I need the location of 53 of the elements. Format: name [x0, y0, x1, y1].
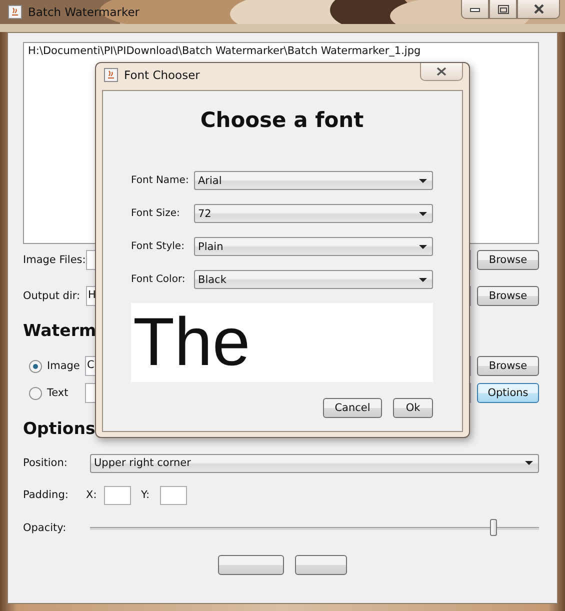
button[interactable] [295, 555, 347, 575]
dropdown[interactable]: Black [194, 270, 433, 289]
cancel-button[interactable]: Cancel [323, 398, 382, 418]
field-label: Padding: [23, 489, 70, 501]
radio-label[interactable]: Text [47, 387, 85, 399]
browse-button[interactable]: Browse [477, 250, 539, 270]
ok-button[interactable]: Ok [393, 398, 433, 418]
window-title: Batch Watermarker [28, 5, 140, 19]
field-label: Font Size: [131, 208, 181, 219]
caret-icon [419, 178, 427, 182]
section-heading: Waterm [23, 320, 98, 342]
slider-thumb[interactable] [490, 519, 498, 536]
radio-button[interactable] [29, 386, 42, 400]
field-label: Position: [23, 457, 68, 469]
dialog-title: Font Chooser [124, 68, 200, 82]
button[interactable] [218, 555, 284, 575]
input-field[interactable] [160, 486, 187, 504]
close-button[interactable] [517, 0, 560, 19]
close-icon [532, 4, 544, 14]
minimize-icon [470, 6, 480, 12]
caret-icon [419, 278, 427, 282]
position-dropdown[interactable]: Upper right corner [90, 454, 539, 472]
input-field[interactable] [104, 486, 131, 504]
preview-text: The [133, 304, 250, 380]
field-label: Output dir: [23, 290, 82, 302]
field-label: Font Style: [131, 241, 186, 252]
dropdown[interactable]: Plain [194, 237, 433, 256]
caret-icon [525, 461, 533, 465]
browse-button[interactable]: Browse [477, 356, 539, 376]
dropdown[interactable]: 72 [194, 204, 433, 223]
browse-button[interactable]: Browse [477, 286, 539, 306]
minimize-button[interactable] [461, 0, 489, 19]
field-label: Opacity: [23, 522, 68, 534]
opacity-slider[interactable] [90, 518, 539, 538]
maximize-icon [498, 4, 508, 14]
field-label: Image Files: [23, 254, 86, 266]
field-label: Font Color: [131, 274, 186, 285]
java-icon [8, 5, 22, 19]
dropdown[interactable]: Arial [194, 171, 433, 190]
options-button[interactable]: Options [477, 383, 539, 403]
field-label: X: [86, 489, 98, 501]
field-label: Y: [141, 489, 151, 501]
close-icon [436, 67, 447, 76]
maximize-button[interactable] [489, 0, 517, 19]
dialog-heading: Choose a font [199, 107, 365, 133]
field-label: Font Name: [131, 175, 190, 186]
file-list-item[interactable]: H:\Documenti\PI\PIDownload\Batch Watermarker\Batch Watermarker_1.jpg [28, 45, 534, 57]
java-icon [104, 68, 118, 82]
radio-button[interactable] [29, 360, 42, 372]
section-heading: Options [23, 418, 96, 440]
radio-label[interactable]: Image [47, 360, 85, 372]
close-button[interactable] [420, 63, 463, 81]
caret-icon [419, 212, 427, 216]
